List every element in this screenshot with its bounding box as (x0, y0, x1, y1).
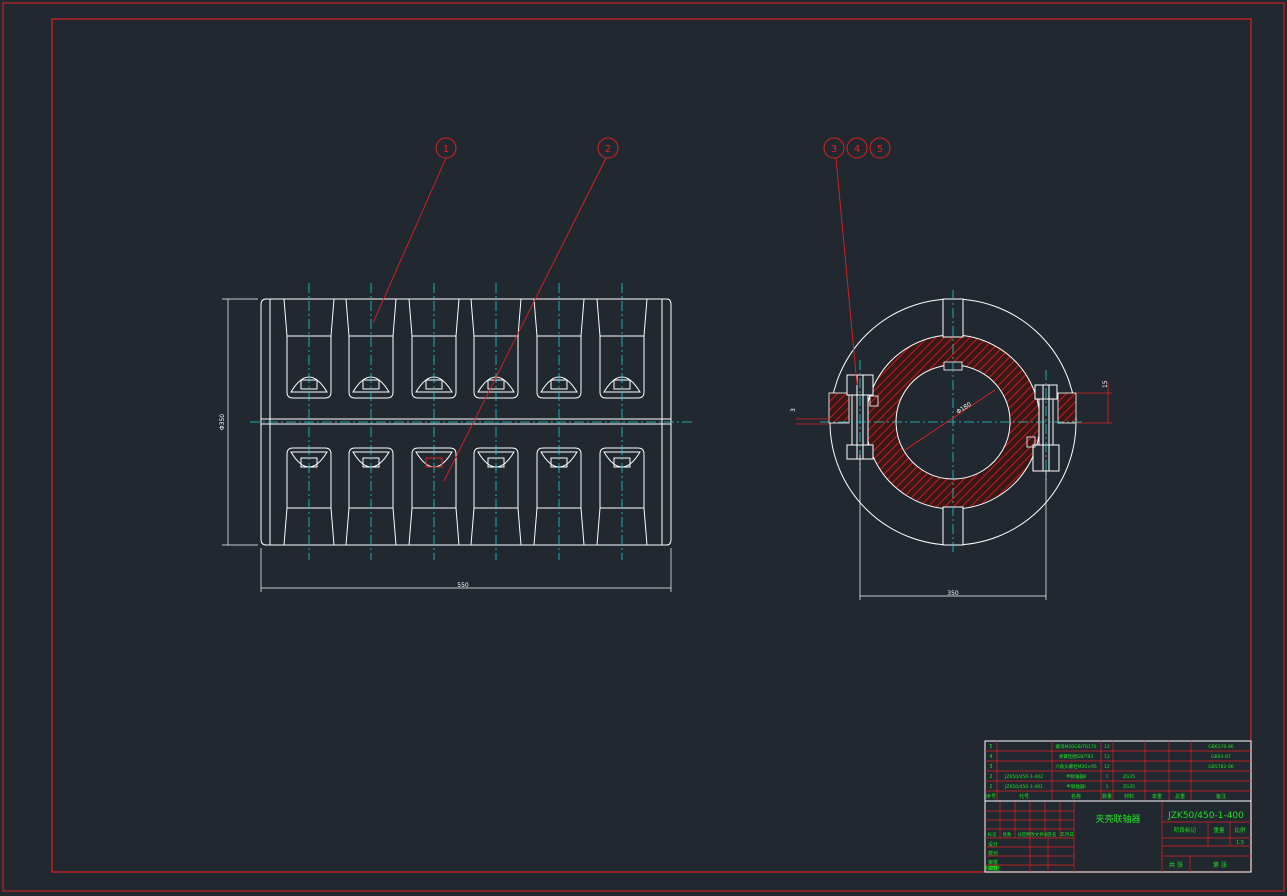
top-pocket (283, 298, 335, 399)
part-name: 螺母M20GB/T6170 (1056, 743, 1097, 750)
part-code: JZK50/450-1-401 (1004, 784, 1043, 790)
part-name: 六角头螺栓M20×95 (1055, 763, 1097, 770)
part-number: 2 (989, 774, 992, 780)
balloon-5-label: 5 (877, 144, 883, 155)
part-material: ZG35 (1123, 774, 1135, 780)
front-dimensions (222, 298, 672, 592)
part-number: 5 (989, 744, 992, 750)
balloon-4: 4 (846, 137, 868, 159)
drawing-number: JZK50/450-1-400 (1167, 811, 1244, 821)
dim-bore: Φ180 (955, 401, 973, 416)
front-centerlines (250, 283, 693, 560)
balloon-2-label: 2 (605, 144, 611, 155)
sheet-number: 第 张 (1213, 861, 1227, 869)
dim-right-width: 350 (947, 590, 959, 597)
part-qty: 12 (1104, 764, 1110, 770)
part-name: 弹簧垫圈GB/T93 (1059, 753, 1094, 760)
gap-dimension (796, 418, 830, 425)
dim-length: 550 (457, 582, 469, 589)
part-name: 半联轴器Ⅰ (1066, 783, 1085, 790)
stage-label: 阶段标记 (1174, 826, 1197, 834)
parts-header-cell: 备注 (1216, 793, 1226, 800)
top-pocket (533, 298, 585, 399)
signature-label: 校对 (988, 850, 998, 857)
part-qty: 12 (1104, 744, 1110, 750)
part-number: 4 (989, 754, 992, 760)
parts-header-cell: 总重 (1175, 793, 1185, 800)
parts-header-cell: 数量 (1102, 793, 1112, 800)
part-note: GB6170-86 (1208, 744, 1234, 750)
drawing-title: 夹壳联轴器 (1095, 813, 1140, 825)
title-block: 5 螺母M20GB/T6170 12 GB6170-864 弹簧垫圈GB/T93 12 GB… (984, 740, 1252, 873)
top-pocket (596, 298, 648, 399)
signature-label: 审核 (988, 859, 998, 866)
part-qty: 12 (1104, 754, 1110, 760)
parts-header-cell: 单重 (1152, 793, 1162, 800)
scale-label: 比例 (1234, 826, 1246, 834)
part-note: GB5782-86 (1208, 764, 1234, 770)
weight-label: 重量 (1213, 826, 1225, 834)
scale-value: 1:5 (1236, 840, 1244, 846)
balloon-3-label: 3 (831, 144, 837, 155)
part-qty: 1 (1106, 774, 1109, 780)
part-number: 1 (989, 784, 992, 790)
dim-gap: 3 (790, 408, 797, 412)
drawing-canvas: Φ350 550 1 2 Φ180 15 3 350 3 4 5 5 螺母M20… (2, 2, 1285, 892)
balloon-1-label: 1 (443, 144, 449, 155)
top-pocket (470, 298, 522, 399)
revision-label: 更改文件号 (1026, 831, 1049, 838)
revision-label: 签名 (1048, 831, 1057, 838)
top-pocket (408, 298, 460, 399)
part-code: JZK50/450-1-402 (1004, 774, 1043, 780)
bore-dim-line (904, 389, 996, 451)
part-name: 半联轴器Ⅱ (1066, 773, 1086, 780)
parts-header-cell: 代号 (1019, 793, 1029, 800)
balloon-3: 3 (823, 137, 845, 159)
part-qty: 1 (1106, 784, 1109, 790)
balloon-2: 2 (597, 137, 619, 159)
balloon-1: 1 (435, 137, 457, 159)
parts-header-cell: 材料 (1124, 793, 1134, 800)
top-pocket (345, 298, 397, 399)
part-note: GB93-87 (1211, 754, 1231, 760)
dim-slot: 15 (1102, 380, 1109, 388)
leaders-front (372, 157, 607, 482)
revision-label: 标记 (988, 831, 997, 838)
revision-label: 年月日 (1060, 831, 1074, 838)
parts-header-cell: 序号 (986, 793, 996, 800)
revision-label: 处数 (1003, 831, 1012, 838)
part-number: 3 (989, 764, 992, 770)
balloon-5: 5 (869, 137, 891, 159)
balloon-4-label: 4 (854, 144, 860, 155)
signature-label: 批准 (988, 865, 998, 872)
sheet-count: 共 张 (1169, 861, 1183, 869)
leader-3 (835, 157, 858, 386)
part-material: ZG35 (1123, 784, 1135, 790)
parts-header-cell: 名称 (1071, 793, 1081, 800)
signature-label: 设计 (988, 841, 998, 848)
dim-height: Φ350 (219, 414, 226, 430)
